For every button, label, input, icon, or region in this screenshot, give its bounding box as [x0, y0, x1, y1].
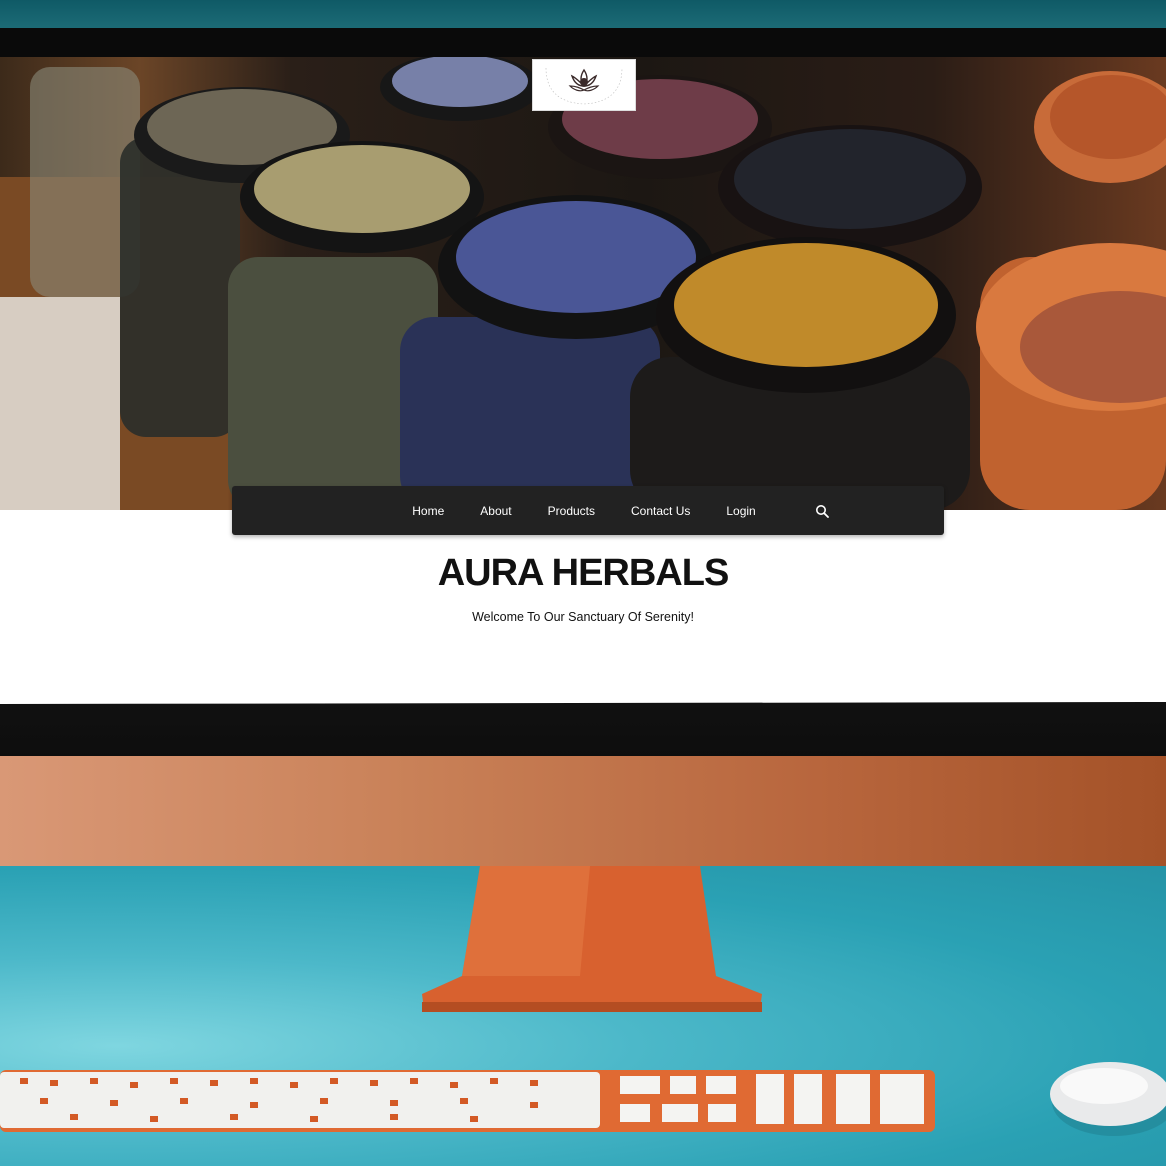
- desktop-photo-scene: Home About Products Contact Us Login AUR…: [0, 0, 1166, 1166]
- herb-jars-illustration: [0, 57, 1166, 510]
- mouse: [1050, 1062, 1166, 1136]
- main-navigation: Home About Products Contact Us Login: [232, 486, 944, 535]
- page-tagline: Welcome To Our Sanctuary Of Serenity!: [472, 610, 694, 624]
- page-title: AURA HERBALS: [437, 552, 730, 594]
- nav-item-contact-us[interactable]: Contact Us: [631, 504, 690, 518]
- monitor-top-bezel: [0, 28, 1166, 58]
- nav-item-home[interactable]: Home: [412, 504, 444, 518]
- nav-menu: Home About Products Contact Us Login: [394, 503, 829, 519]
- nav-item-products[interactable]: Products: [548, 504, 595, 518]
- keyboard: [0, 1070, 935, 1132]
- monitor-stand: [422, 866, 762, 1012]
- monitor-bottom-bezel: [0, 701, 1166, 760]
- nav-item-login[interactable]: Login: [726, 504, 755, 518]
- hero-banner-image: [0, 57, 1166, 510]
- monitor-chin: [0, 756, 1166, 866]
- store-logo[interactable]: [532, 59, 636, 111]
- lotus-logo-icon: [545, 67, 623, 105]
- nav-item-about[interactable]: About: [480, 504, 511, 518]
- monitor-screen: Home About Products Contact Us Login AUR…: [0, 57, 1166, 707]
- search-icon[interactable]: [814, 503, 830, 519]
